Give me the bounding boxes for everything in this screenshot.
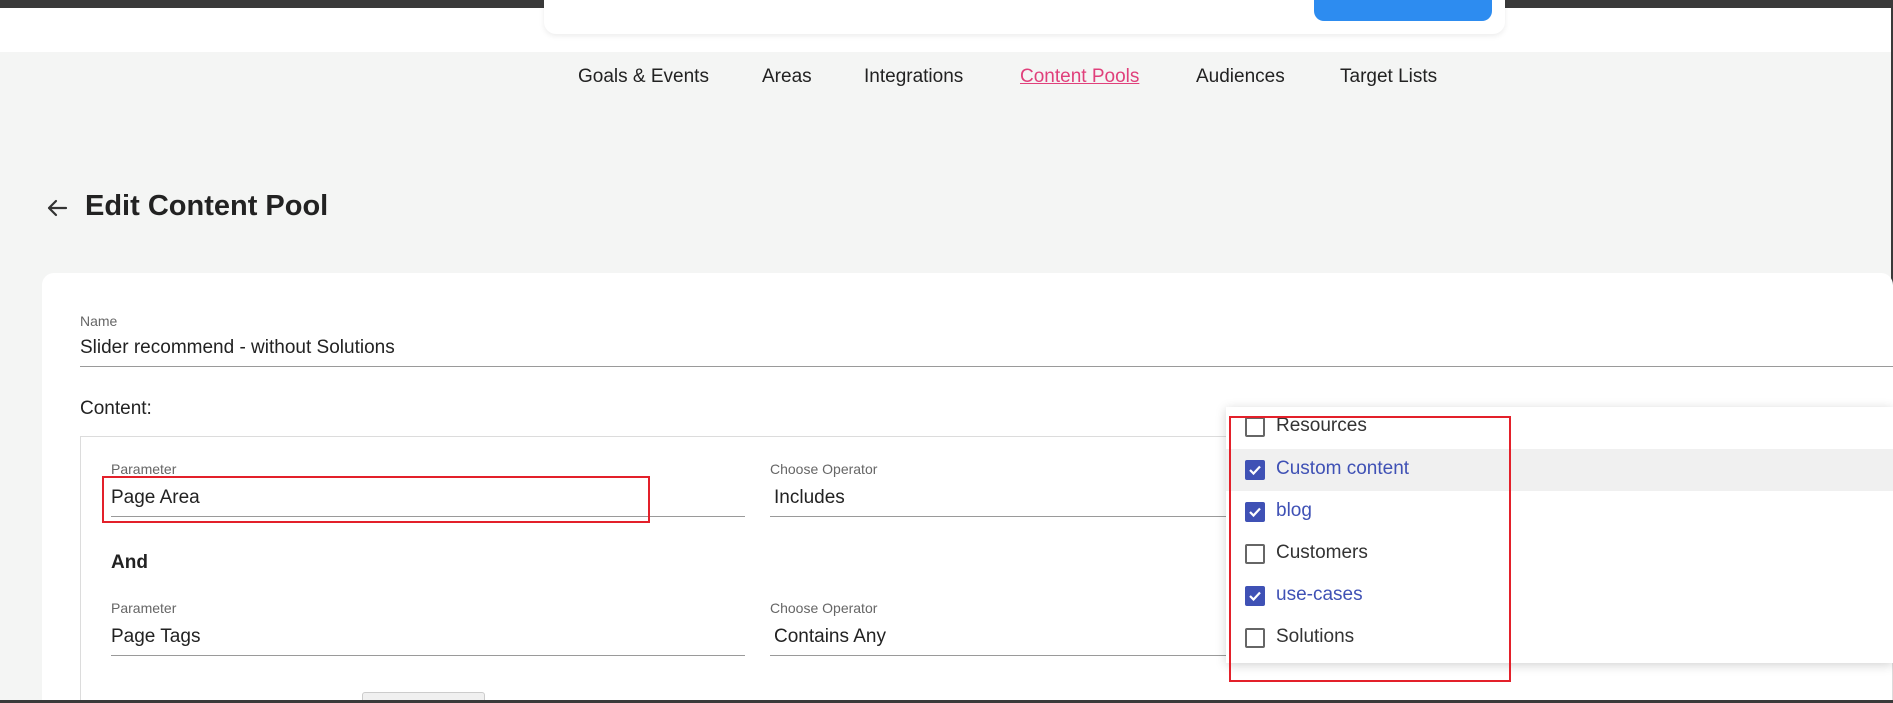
nav-content-pools[interactable]: Content Pools xyxy=(1020,66,1139,88)
and-connector-label: And xyxy=(111,552,148,573)
annotation-highlight-dropdown xyxy=(1229,416,1511,682)
name-field[interactable]: Slider recommend - without Solutions xyxy=(80,337,395,359)
nav-audiences[interactable]: Audiences xyxy=(1196,66,1285,88)
content-section-label: Content: xyxy=(80,398,152,419)
parameter-label-2: Parameter xyxy=(111,600,177,616)
name-field-underline xyxy=(80,366,1893,367)
operator-underline-1 xyxy=(770,516,1230,517)
main-nav: Goals & Events Areas Integrations Conten… xyxy=(0,66,1891,92)
operator-label-2: Choose Operator xyxy=(770,600,878,616)
name-field-label: Name xyxy=(80,313,118,329)
parameter-underline-2 xyxy=(111,655,745,656)
nav-areas[interactable]: Areas xyxy=(762,66,812,88)
operator-select-1[interactable]: Includes xyxy=(774,487,845,509)
top-action-button[interactable] xyxy=(1314,0,1492,21)
nav-integrations[interactable]: Integrations xyxy=(864,66,963,88)
nav-goals-events[interactable]: Goals & Events xyxy=(578,66,709,88)
parameter-label-1: Parameter xyxy=(111,461,177,477)
operator-label-1: Choose Operator xyxy=(770,461,878,477)
arrow-left-icon[interactable] xyxy=(45,196,69,220)
operator-select-2[interactable]: Contains Any xyxy=(774,626,886,648)
page-title: Edit Content Pool xyxy=(85,190,329,222)
nav-target-lists[interactable]: Target Lists xyxy=(1340,66,1437,88)
annotation-highlight-parameter xyxy=(102,476,650,523)
operator-underline-2 xyxy=(770,655,1230,656)
parameter-select-2[interactable]: Page Tags xyxy=(111,626,200,648)
